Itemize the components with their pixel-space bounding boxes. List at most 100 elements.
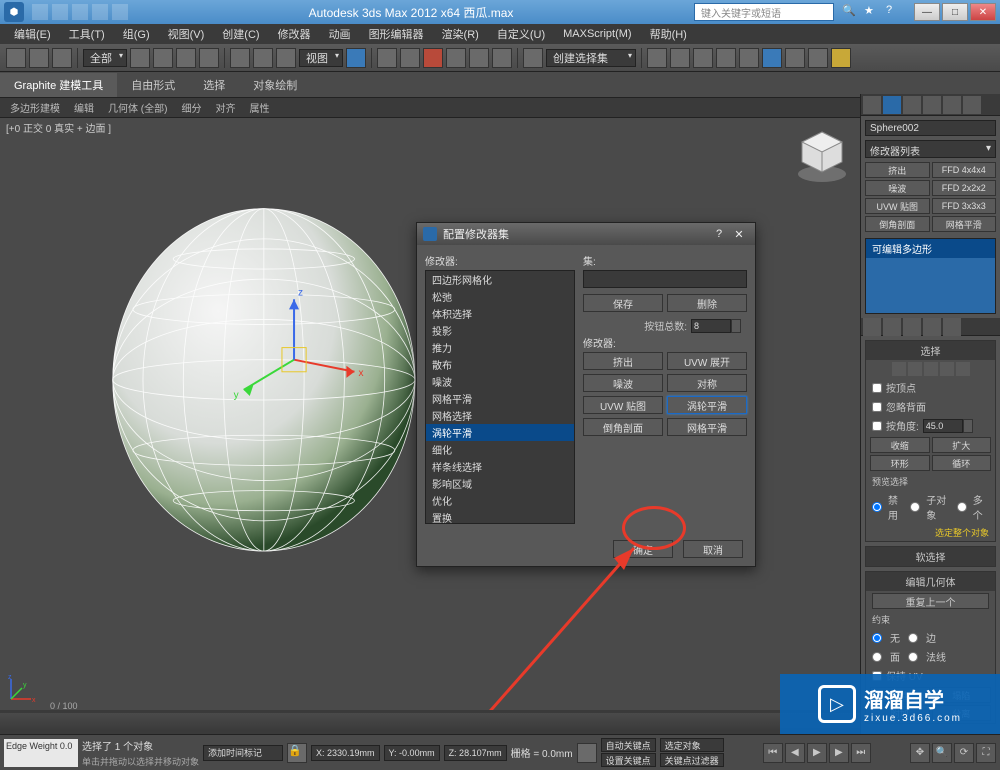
slot-chamfer[interactable]: 倒角剖面 [583,418,663,436]
menu-create[interactable]: 创建(C) [214,24,267,44]
display-tab-icon[interactable] [943,96,961,114]
select-icon[interactable] [130,48,150,68]
listbox-item[interactable]: 松弛 [426,288,574,305]
loop-button[interactable]: 循环 [932,455,992,471]
preview-subobj-radio[interactable] [910,502,920,512]
menu-animation[interactable]: 动画 [321,24,359,44]
border-subobj-icon[interactable] [924,362,938,376]
pivot-icon[interactable] [346,48,366,68]
autokey-button[interactable]: 自动关键点 [601,738,656,752]
percent-snap-icon[interactable] [469,48,489,68]
unique-icon[interactable] [903,318,921,336]
dialog-close-button[interactable]: ✕ [729,228,749,241]
curve-editor-icon[interactable] [716,48,736,68]
pan-icon[interactable]: ✥ [910,743,930,763]
maximize-viewport-icon[interactable]: ⛶ [976,743,996,763]
window-crossing-icon[interactable] [199,48,219,68]
keyboard-shortcut-icon[interactable] [400,48,420,68]
edit-named-sel-icon[interactable] [523,48,543,68]
setkey-button[interactable]: 设置关键点 [601,753,656,767]
close-button[interactable]: ✕ [970,3,996,21]
ribbon-tab-paint[interactable]: 对象绘制 [239,73,311,97]
time-tag-button[interactable]: 添加时间标记 [203,745,283,761]
listbox-item[interactable]: 影响区域 [426,475,574,492]
panel-btn-meshsmooth[interactable]: 网格平滑 [932,216,997,232]
select-region-icon[interactable] [176,48,196,68]
schematic-icon[interactable] [739,48,759,68]
search-icon[interactable]: 🔍 [842,4,858,20]
slot-meshsmooth[interactable]: 网格平滑 [667,418,747,436]
panel-btn-chamfer[interactable]: 倒角剖面 [865,216,930,232]
menu-maxscript[interactable]: MAXScript(M) [555,26,639,42]
key-filters-button[interactable]: 关键点过滤器 [660,753,724,767]
listbox-item[interactable]: 体积选择 [426,305,574,322]
selection-filter-dropdown[interactable]: 全部 [83,49,127,67]
scale-icon[interactable] [276,48,296,68]
slot-extrude[interactable]: 挤出 [583,352,663,370]
spinner-buttons[interactable] [963,419,973,433]
panel-btn-ffd333[interactable]: FFD 3x3x3 [932,198,997,214]
listbox-item[interactable]: 推力 [426,339,574,356]
qat-icon[interactable] [52,4,68,20]
menu-tools[interactable]: 工具(T) [61,24,113,44]
stack-item-editable-poly[interactable]: 可编辑多边形 [866,239,995,258]
subtab-geometry[interactable]: 几何体 (全部) [102,98,173,117]
listbox-item[interactable]: 网格平滑 [426,390,574,407]
goto-start-icon[interactable]: ⏮ [763,743,783,763]
maximize-button[interactable]: □ [942,3,968,21]
ok-button[interactable]: 确定 [613,540,673,558]
minimize-button[interactable]: — [914,3,940,21]
vertex-subobj-icon[interactable] [892,362,906,376]
move-icon[interactable] [230,48,250,68]
slot-uvw-unwrap[interactable]: UVW 展开 [667,352,747,370]
motion-tab-icon[interactable] [923,96,941,114]
ribbon-tab-selection[interactable]: 选择 [189,73,239,97]
listbox-item[interactable]: 散布 [426,356,574,373]
dialog-help-button[interactable]: ? [709,228,729,240]
menu-help[interactable]: 帮助(H) [642,24,695,44]
link-icon[interactable] [6,48,26,68]
menu-views[interactable]: 视图(V) [160,24,213,44]
menu-edit[interactable]: 编辑(E) [6,24,59,44]
render-setup-icon[interactable] [785,48,805,68]
sets-dropdown[interactable] [583,270,747,288]
coord-z[interactable]: Z: 28.107mm [444,745,507,761]
delete-set-button[interactable]: 删除 [667,294,747,312]
align-icon[interactable] [670,48,690,68]
subtab-align[interactable]: 对齐 [209,98,241,117]
listbox-item[interactable]: 涡轮平滑 [426,424,574,441]
show-result-icon[interactable] [883,318,901,336]
save-set-button[interactable]: 保存 [583,294,663,312]
panel-btn-extrude[interactable]: 挤出 [865,162,930,178]
prev-frame-icon[interactable]: ◀ [785,743,805,763]
panel-btn-ffd222[interactable]: FFD 2x2x2 [932,180,997,196]
zoom-icon[interactable]: 🔍 [932,743,952,763]
listbox-item[interactable]: 投影 [426,322,574,339]
remove-mod-icon[interactable] [923,318,941,336]
ribbon-tab-graphite[interactable]: Graphite 建模工具 [0,73,117,97]
snap-icon[interactable] [423,48,443,68]
menu-modifiers[interactable]: 修改器 [270,24,319,44]
ring-button[interactable]: 环形 [870,455,930,471]
rotate-icon[interactable] [253,48,273,68]
constrain-normal-radio[interactable] [908,652,918,662]
button-count-spinner[interactable] [691,319,731,333]
lock-icon[interactable]: 🔒 [287,743,307,763]
qat-icon[interactable] [32,4,48,20]
manipulate-icon[interactable] [377,48,397,68]
mirror-icon[interactable] [647,48,667,68]
panel-btn-noise[interactable]: 噪波 [865,180,930,196]
ignore-backface-checkbox[interactable] [872,402,882,412]
by-angle-checkbox[interactable] [872,421,882,431]
unlink-icon[interactable] [29,48,49,68]
edge-weight-field[interactable]: Edge Weight 0.0 [4,739,78,767]
subtab-edit[interactable]: 编辑 [68,98,100,117]
poly-subobj-icon[interactable] [940,362,954,376]
help-search-input[interactable]: 键入关键字或短语 [694,3,834,21]
dialog-titlebar[interactable]: 配置修改器集 ? ✕ [417,223,755,245]
angle-snap-icon[interactable] [446,48,466,68]
qat-icon[interactable] [72,4,88,20]
named-sel-dropdown[interactable]: 创建选择集 [546,49,636,67]
viewcube[interactable] [792,126,852,186]
ref-coord-dropdown[interactable]: 视图 [299,49,343,67]
